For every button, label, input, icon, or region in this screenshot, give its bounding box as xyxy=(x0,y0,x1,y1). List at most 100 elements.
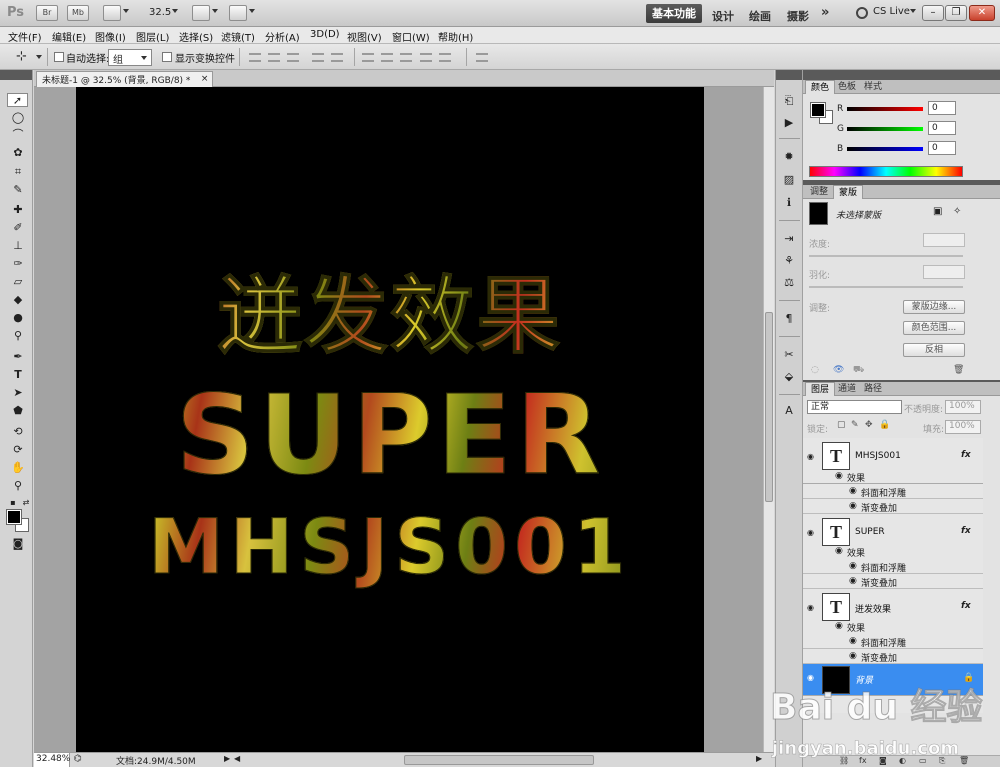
foreground-color-swatch[interactable] xyxy=(810,102,826,118)
vector-mask-icon[interactable]: ✧ xyxy=(953,206,961,217)
blend-mode-dropdown[interactable]: 正常 xyxy=(807,400,902,414)
fx-icon[interactable]: fx xyxy=(961,450,971,460)
apply-mask-icon[interactable]: ⛟ xyxy=(853,365,864,376)
feather-slider[interactable] xyxy=(809,286,963,288)
opacity-input[interactable]: 100% xyxy=(945,400,981,414)
eye-icon[interactable]: ◉ xyxy=(835,471,843,481)
history-brush-tool-icon[interactable]: ✑ xyxy=(10,257,26,271)
color-spectrum-ramp[interactable] xyxy=(809,166,963,177)
workspace-essentials[interactable]: 基本功能 xyxy=(646,4,702,23)
delete-layer-icon[interactable]: 🗑 xyxy=(959,756,969,765)
actions-panel-icon[interactable]: ▶ xyxy=(781,116,797,130)
path-selection-tool-icon[interactable]: ➤ xyxy=(10,386,26,400)
move-tool-icon[interactable]: ➚ xyxy=(7,93,28,107)
brush-tool-icon[interactable]: ✐ xyxy=(10,221,26,235)
align-top-icon[interactable] xyxy=(249,53,261,62)
quick-mask-icon[interactable]: ◙ xyxy=(10,537,26,551)
clone-stamp-tool-icon[interactable]: ⊥ xyxy=(10,239,26,253)
lock-position-icon[interactable]: ✥ xyxy=(865,420,873,430)
fx-icon[interactable]: fx xyxy=(859,756,867,765)
menu-file[interactable]: 文件(F) xyxy=(8,29,42,44)
effect-row[interactable]: ◉ 渐变叠加 xyxy=(803,574,983,589)
menu-image[interactable]: 图像(I) xyxy=(95,29,126,44)
eyedropper-tool-icon[interactable]: ✎ xyxy=(10,183,26,197)
scroll-right-icon[interactable]: ▶ xyxy=(756,754,762,763)
measurement-panel-icon[interactable]: ⚖ xyxy=(781,276,797,290)
eye-icon[interactable]: ◉ xyxy=(849,651,857,661)
workspace-painting[interactable]: 绘画 xyxy=(749,8,771,24)
channel-b-input[interactable]: 0 xyxy=(928,141,956,155)
history-panel-icon[interactable]: ⎗ xyxy=(781,94,797,108)
load-selection-icon[interactable]: ◌ xyxy=(811,365,819,375)
tab-styles[interactable]: 样式 xyxy=(859,80,887,94)
paragraph-panel-icon[interactable]: ¶ xyxy=(781,312,797,326)
align-vertical-center-icon[interactable] xyxy=(268,53,280,62)
density-slider[interactable] xyxy=(809,255,963,257)
tab-channels[interactable]: 通道 xyxy=(833,382,861,396)
menu-analysis[interactable]: 分析(A) xyxy=(265,29,300,44)
effect-row[interactable]: ◉ 斜面和浮雕 xyxy=(803,634,983,649)
eraser-tool-icon[interactable]: ▱ xyxy=(10,275,26,289)
lock-image-icon[interactable]: ✎ xyxy=(851,420,859,430)
new-group-icon[interactable]: ▭ xyxy=(919,756,927,765)
3d-rotate-tool-icon[interactable]: ⟲ xyxy=(10,425,26,439)
horizontal-scrollbar-thumb[interactable] xyxy=(404,755,594,765)
tab-swatches[interactable]: 色板 xyxy=(833,80,861,94)
mini-bridge-button[interactable]: Mb xyxy=(67,5,89,21)
effects-row[interactable]: ◉ 效果 xyxy=(803,619,983,634)
quick-selection-tool-icon[interactable]: ✿ xyxy=(10,146,26,160)
screen-mode-button[interactable] xyxy=(229,5,247,21)
eye-icon[interactable]: ◉ xyxy=(807,673,814,682)
distribute-bottom-icon[interactable] xyxy=(400,53,412,62)
auto-align-layers-icon[interactable] xyxy=(476,53,488,62)
tab-color[interactable]: 颜色 xyxy=(805,80,836,94)
scroll-left-icon[interactable]: ◀ xyxy=(234,754,240,763)
tab-adjustments[interactable]: 调整 xyxy=(805,185,833,199)
status-zoom[interactable]: 32.48% xyxy=(34,753,70,767)
move-tool-icon[interactable]: ⊹ xyxy=(16,49,27,64)
menu-help[interactable]: 帮助(H) xyxy=(438,29,473,44)
layer-row-background[interactable]: ◉ 背景 🔒 xyxy=(803,664,983,696)
workspace-photography[interactable]: 摄影 xyxy=(787,8,809,24)
eye-icon[interactable]: ◉ xyxy=(849,636,857,646)
minimize-button[interactable]: – xyxy=(922,5,944,21)
clone-source-panel-icon[interactable]: ▨ xyxy=(781,173,797,187)
link-layers-icon[interactable]: ⛓ xyxy=(839,756,849,765)
channel-b-slider[interactable] xyxy=(847,147,923,151)
add-mask-icon[interactable]: ◙ xyxy=(879,756,887,765)
tab-layers[interactable]: 图层 xyxy=(805,382,836,396)
eye-icon[interactable]: ◉ xyxy=(849,576,857,586)
align-horizontal-center-icon[interactable] xyxy=(331,53,343,62)
channel-g-input[interactable]: 0 xyxy=(928,121,956,135)
blur-tool-icon[interactable]: ● xyxy=(10,311,26,325)
scrollbar-thumb[interactable] xyxy=(765,312,773,502)
effect-row[interactable]: ◉ 斜面和浮雕 xyxy=(803,484,983,499)
eye-icon[interactable]: ◉ xyxy=(807,528,814,537)
hand-tool-icon[interactable]: ✋ xyxy=(10,461,26,475)
eye-icon[interactable]: ◉ xyxy=(807,452,814,461)
eye-icon[interactable]: ◉ xyxy=(807,603,814,612)
effect-row[interactable]: ◉ 渐变叠加 xyxy=(803,649,983,664)
swap-colors-icon[interactable]: ⇄ xyxy=(18,496,34,510)
channel-r-input[interactable]: 0 xyxy=(928,101,956,115)
tool-presets-panel-icon[interactable]: ✂ xyxy=(781,348,797,362)
eye-icon[interactable]: ◉ xyxy=(849,561,857,571)
more-workspaces-button[interactable]: » xyxy=(821,5,829,20)
density-input[interactable] xyxy=(923,233,965,247)
visibility-icon[interactable]: 👁 xyxy=(833,365,844,375)
navigator-panel-icon[interactable]: ⚘ xyxy=(781,254,797,268)
distribute-top-icon[interactable] xyxy=(362,53,374,62)
lock-transparency-icon[interactable]: ▢ xyxy=(837,420,846,430)
zoom-level[interactable]: 32.5 xyxy=(149,7,171,18)
tab-paths[interactable]: 路径 xyxy=(859,382,887,396)
close-icon[interactable]: × xyxy=(201,74,209,84)
effects-row[interactable]: ◉ 效果 xyxy=(803,469,983,484)
fx-icon[interactable]: fx xyxy=(961,526,971,536)
menu-filter[interactable]: 滤镜(T) xyxy=(221,29,255,44)
vertical-scrollbar[interactable] xyxy=(763,87,774,752)
feather-input[interactable] xyxy=(923,265,965,279)
channel-g-slider[interactable] xyxy=(847,127,923,131)
align-left-icon[interactable] xyxy=(312,53,324,62)
lasso-tool-icon[interactable]: ⌒ xyxy=(10,128,26,142)
auto-select-dropdown[interactable]: 组 xyxy=(108,49,152,66)
